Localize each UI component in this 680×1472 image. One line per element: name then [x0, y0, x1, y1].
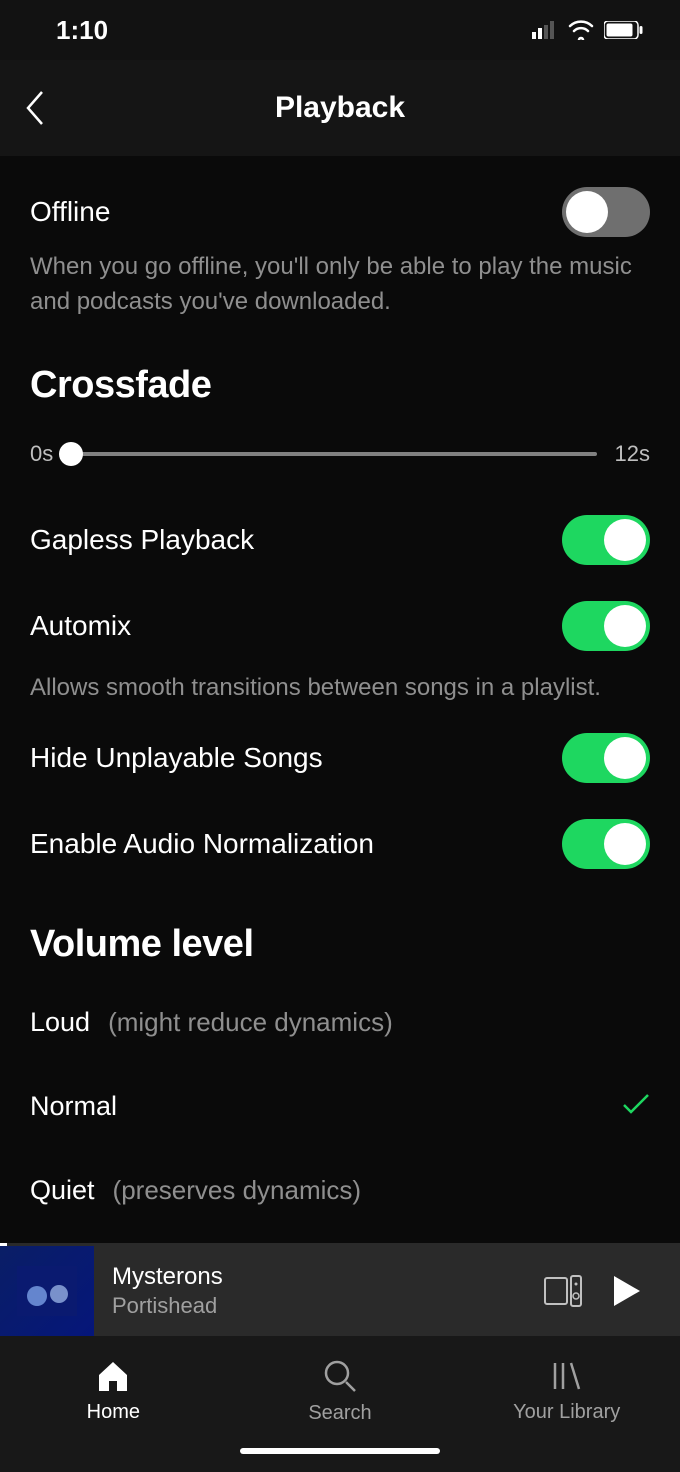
- battery-icon: [604, 21, 644, 39]
- home-indicator-area: [0, 1446, 680, 1472]
- gapless-label: Gapless Playback: [30, 524, 254, 556]
- volume-hint: (might reduce dynamics): [108, 1007, 393, 1038]
- play-icon: [612, 1274, 642, 1308]
- devices-icon: [543, 1274, 583, 1308]
- volume-name: Quiet: [30, 1175, 95, 1206]
- album-art: [0, 1246, 94, 1336]
- automix-toggle[interactable]: [562, 601, 650, 651]
- volume-title: Volume level: [0, 887, 680, 980]
- hide-unplayable-toggle[interactable]: [562, 733, 650, 783]
- check-icon: [622, 1093, 650, 1120]
- now-playing-bar[interactable]: Mysterons Portishead: [0, 1246, 680, 1336]
- offline-toggle[interactable]: [562, 187, 650, 237]
- devices-button[interactable]: [540, 1274, 586, 1308]
- page-title: Playback: [275, 91, 405, 125]
- crossfade-min: 0s: [30, 441, 53, 467]
- crossfade-slider-row: 0s 12s: [0, 421, 680, 497]
- volume-hint: (preserves dynamics): [113, 1175, 362, 1206]
- offline-desc: When you go offline, you'll only be able…: [0, 244, 680, 338]
- hide-unplayable-label: Hide Unplayable Songs: [30, 742, 323, 774]
- tab-home[interactable]: Home: [0, 1359, 227, 1424]
- volume-option-normal[interactable]: Normal: [0, 1064, 680, 1148]
- volume-name: Loud: [30, 1007, 90, 1038]
- tab-search[interactable]: Search: [227, 1358, 454, 1425]
- audio-norm-label: Enable Audio Normalization: [30, 828, 374, 860]
- volume-name: Normal: [30, 1091, 117, 1122]
- play-button[interactable]: [604, 1274, 650, 1308]
- tab-bar: Home Search Your Library: [0, 1336, 680, 1446]
- crossfade-max: 12s: [615, 441, 650, 467]
- home-indicator[interactable]: [240, 1448, 440, 1454]
- cellular-icon: [532, 21, 558, 39]
- tab-library[interactable]: Your Library: [453, 1359, 680, 1424]
- wifi-icon: [568, 20, 594, 40]
- gapless-toggle[interactable]: [562, 515, 650, 565]
- offline-row: Offline: [0, 166, 680, 244]
- settings-content: Offline When you go offline, you'll only…: [0, 156, 680, 1243]
- tab-label: Your Library: [513, 1401, 620, 1424]
- crossfade-slider[interactable]: [71, 452, 596, 456]
- now-playing-title: Mysterons: [112, 1263, 522, 1291]
- offline-label: Offline: [30, 196, 110, 228]
- gapless-row: Gapless Playback: [0, 497, 680, 583]
- volume-option-loud[interactable]: Loud (might reduce dynamics): [0, 980, 680, 1064]
- search-icon: [322, 1358, 358, 1394]
- chevron-left-icon: [24, 90, 46, 126]
- status-time: 1:10: [56, 15, 108, 46]
- status-icons: [532, 20, 644, 40]
- header: Playback: [0, 60, 680, 156]
- audio-norm-toggle[interactable]: [562, 819, 650, 869]
- tab-label: Home: [87, 1401, 140, 1424]
- tab-label: Search: [308, 1402, 371, 1425]
- status-bar: 1:10: [0, 0, 680, 60]
- audio-norm-row: Enable Audio Normalization: [0, 801, 680, 887]
- hide-unplayable-row: Hide Unplayable Songs: [0, 715, 680, 801]
- back-button[interactable]: [24, 60, 46, 156]
- automix-row: Automix: [0, 583, 680, 669]
- automix-label: Automix: [30, 610, 131, 642]
- automix-desc: Allows smooth transitions between songs …: [0, 669, 680, 716]
- home-icon: [95, 1359, 131, 1393]
- now-playing-artist: Portishead: [112, 1293, 522, 1319]
- library-icon: [549, 1359, 585, 1393]
- crossfade-thumb[interactable]: [59, 442, 83, 466]
- crossfade-title: Crossfade: [0, 338, 680, 421]
- volume-option-quiet[interactable]: Quiet (preserves dynamics): [0, 1148, 680, 1232]
